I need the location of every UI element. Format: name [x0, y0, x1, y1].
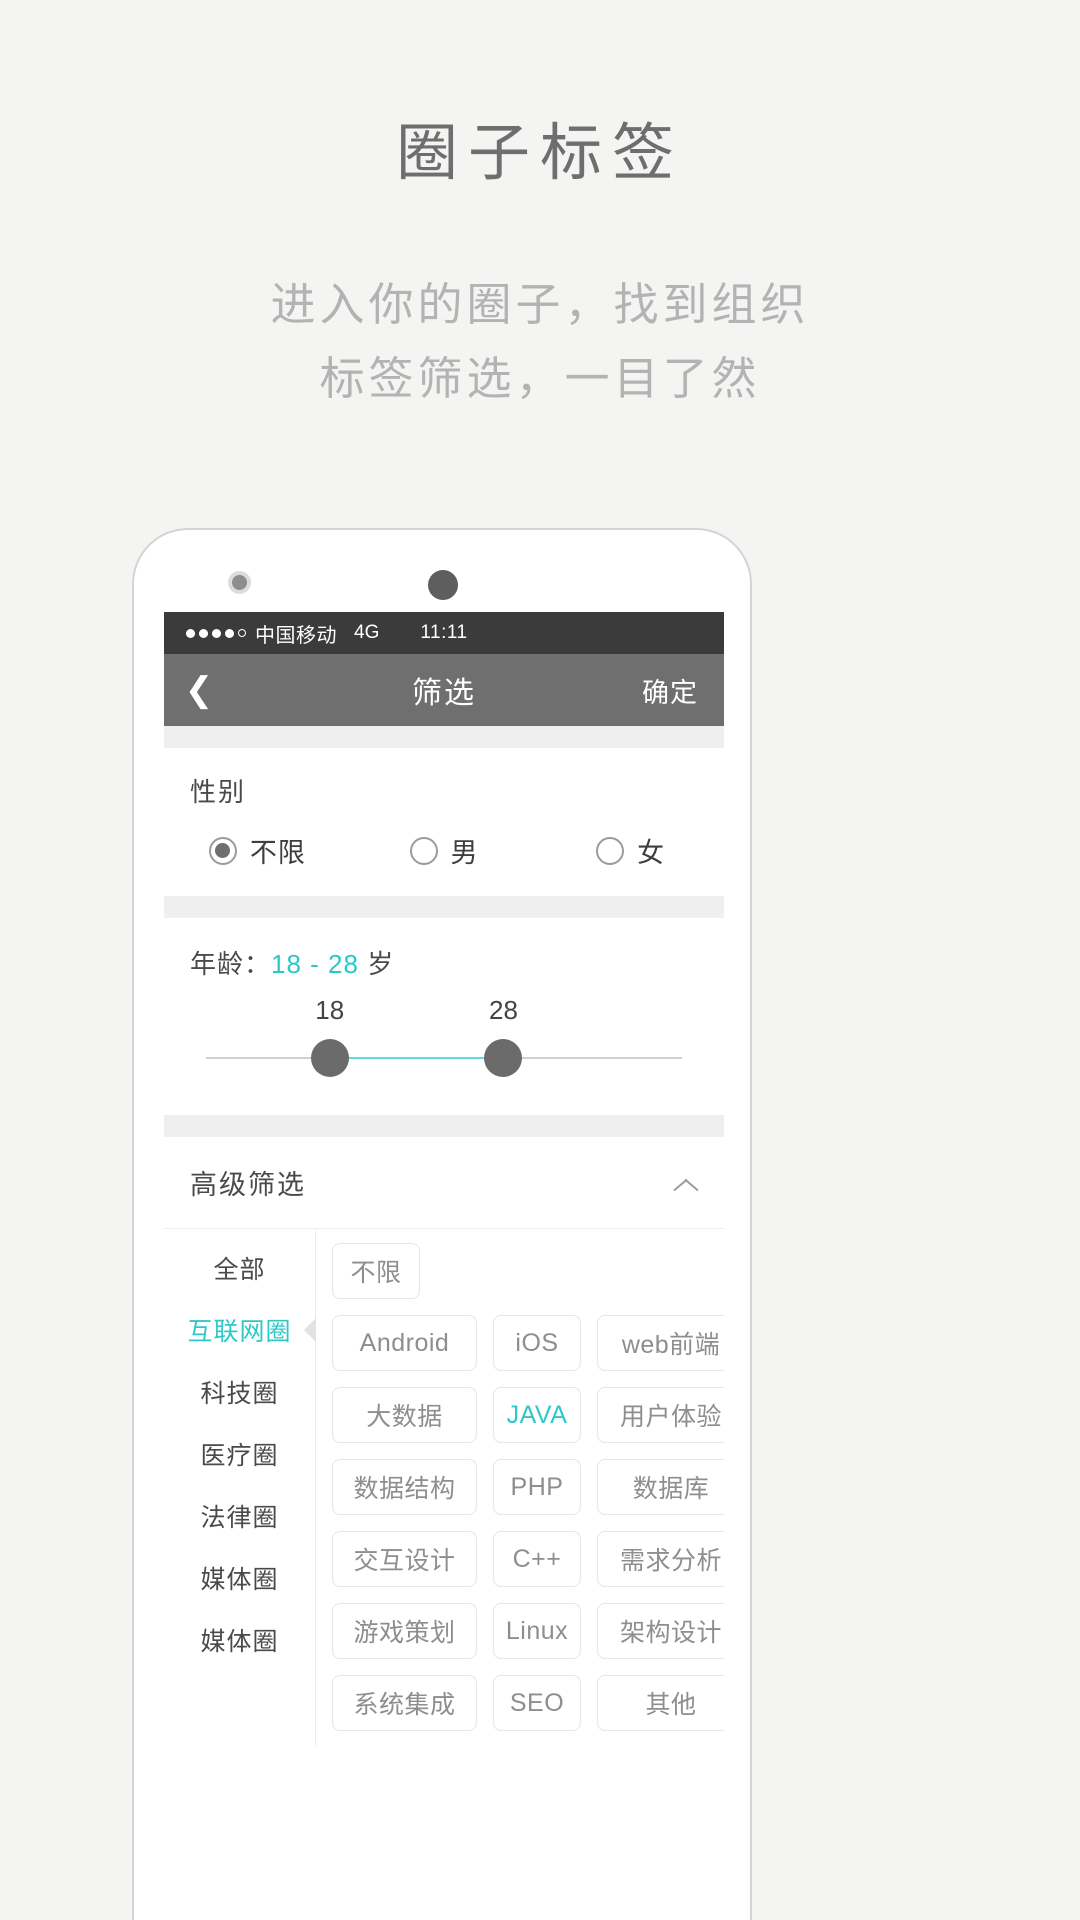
age-summary: 年龄：18 - 28 岁	[164, 918, 724, 981]
tag-row: 游戏策划 Linux 架构设计	[332, 1603, 724, 1659]
tag-row: 不限	[332, 1243, 724, 1299]
gender-option-any[interactable]: 不限	[164, 831, 351, 870]
tag-chip[interactable]: 不限	[332, 1243, 420, 1299]
age-range-value: 18 - 28	[271, 949, 359, 979]
category-item-all[interactable]: 全部	[164, 1237, 315, 1299]
tag-chip[interactable]: 架构设计	[597, 1603, 724, 1659]
tag-chip[interactable]: web前端	[597, 1315, 724, 1371]
promo-subtitle: 进入你的圈子，找到组织 标签筛选，一目了然	[0, 268, 1080, 417]
tag-chip[interactable]: 大数据	[332, 1387, 477, 1443]
radio-unselected-icon	[596, 836, 625, 865]
tag-chip[interactable]: 其他	[597, 1675, 724, 1731]
tag-row: 交互设计 C++ 需求分析	[332, 1531, 724, 1587]
tag-row: 大数据 JAVA 用户体验	[332, 1387, 724, 1443]
category-item-media-2[interactable]: 媒体圈	[164, 1609, 315, 1671]
nav-title: 筛选	[412, 677, 476, 710]
category-item-internet[interactable]: 互联网圈	[164, 1299, 315, 1361]
category-list: 全部 互联网圈 科技圈 医疗圈 法律圈 媒体圈 媒体圈	[164, 1229, 316, 1747]
slider-thumb-max[interactable]	[484, 1039, 523, 1077]
phone-screen: 中国移动 4G 11:11 ❮ 筛选 确定 性别 不限 男 女 年龄：18 - …	[164, 612, 724, 1920]
promo-subtitle-line-1: 进入你的圈子，找到组织	[270, 279, 810, 330]
tag-row: 数据结构 PHP 数据库	[332, 1459, 724, 1515]
tag-chip[interactable]: SEO	[493, 1675, 581, 1731]
tag-chip[interactable]: 游戏策划	[332, 1603, 477, 1659]
section-divider-top	[164, 726, 724, 748]
tag-chip[interactable]: Android	[332, 1315, 477, 1371]
clock-label: 11:11	[420, 622, 468, 643]
category-item-medical[interactable]: 医疗圈	[164, 1423, 315, 1485]
gender-option-label: 不限	[249, 838, 306, 868]
tag-chip[interactable]: C++	[493, 1531, 581, 1587]
promo-subtitle-line-2: 标签筛选，一目了然	[319, 353, 761, 405]
tag-chip[interactable]: Linux	[493, 1603, 581, 1659]
tag-grid: 不限 Android iOS web前端 大数据 JAVA 用户体验 数据结构 …	[316, 1229, 724, 1747]
status-bar: 中国移动 4G 11:11	[164, 612, 724, 654]
age-label-suffix: 岁	[367, 949, 395, 979]
category-item-media-1[interactable]: 媒体圈	[164, 1547, 315, 1609]
tag-chip[interactable]: PHP	[493, 1459, 581, 1515]
earpiece-speaker-icon	[428, 570, 458, 600]
tag-chip[interactable]: 数据结构	[332, 1459, 477, 1515]
radio-selected-icon	[208, 836, 237, 865]
advanced-filter-title: 高级筛选	[190, 1170, 306, 1200]
gender-option-male[interactable]: 男	[351, 831, 538, 870]
gender-label: 性别	[190, 777, 247, 807]
category-item-tech[interactable]: 科技圈	[164, 1361, 315, 1423]
section-divider-advanced	[164, 1115, 724, 1137]
gender-option-label: 女	[637, 838, 666, 868]
page-title: 圈子标签	[395, 119, 684, 188]
tag-chip-selected[interactable]: JAVA	[493, 1387, 581, 1443]
tag-row: 系统集成 SEO 其他	[332, 1675, 724, 1731]
age-range-slider[interactable]: 18 28	[206, 995, 682, 1099]
advanced-filter-header[interactable]: 高级筛选	[164, 1137, 724, 1229]
tag-chip[interactable]: 交互设计	[332, 1531, 477, 1587]
phone-power-button	[750, 685, 752, 763]
phone-mockup: 中国移动 4G 11:11 ❮ 筛选 确定 性别 不限 男 女 年龄：18 - …	[132, 528, 752, 1920]
section-divider-age	[164, 896, 724, 918]
chevron-up-icon[interactable]	[674, 1172, 696, 1194]
age-section: 年龄：18 - 28 岁 18 28	[164, 918, 724, 1099]
gender-section: 性别 不限 男 女	[164, 748, 724, 896]
promo-page: 圈子标签 进入你的圈子，找到组织 标签筛选，一目了然 中国移动 4G 11:11	[0, 0, 1080, 1920]
gender-option-female[interactable]: 女	[537, 831, 724, 870]
category-item-legal[interactable]: 法律圈	[164, 1485, 315, 1547]
advanced-filter-body: 全部 互联网圈 科技圈 医疗圈 法律圈 媒体圈 媒体圈 不限 Android i…	[164, 1229, 724, 1747]
gender-options: 不限 男 女	[164, 809, 724, 896]
slider-thumb-min[interactable]	[310, 1039, 349, 1077]
age-label-prefix: 年龄：	[190, 949, 272, 979]
phone-volume-button	[132, 890, 134, 995]
front-camera-icon	[232, 575, 247, 590]
advanced-filter-section: 高级筛选 全部 互联网圈 科技圈 医疗圈 法律圈 媒体圈 媒体圈 不限 Andr…	[164, 1137, 724, 1747]
slider-min-label: 18	[315, 995, 345, 1025]
confirm-button[interactable]: 确定	[642, 671, 698, 710]
tag-chip[interactable]: 数据库	[597, 1459, 724, 1515]
tag-chip[interactable]: iOS	[493, 1315, 581, 1371]
tag-row: Android iOS web前端	[332, 1315, 724, 1371]
tag-chip[interactable]: 系统集成	[332, 1675, 477, 1731]
slider-max-label: 28	[488, 995, 518, 1025]
nav-bar: ❮ 筛选 确定	[164, 654, 724, 726]
tag-chip[interactable]: 用户体验	[597, 1387, 724, 1443]
tag-chip[interactable]: 需求分析	[597, 1531, 724, 1587]
radio-unselected-icon	[409, 836, 438, 865]
gender-option-label: 男	[450, 838, 479, 868]
